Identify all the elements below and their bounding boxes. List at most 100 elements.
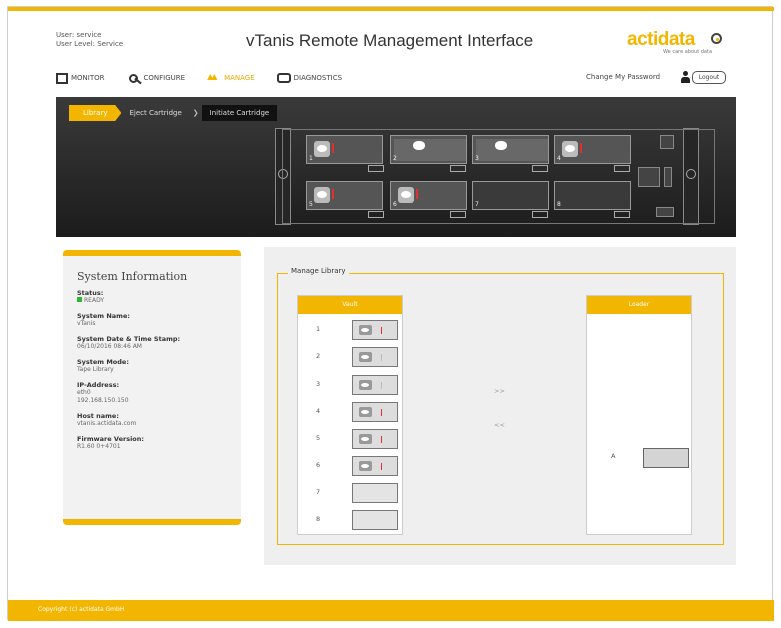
user-icon (680, 71, 690, 83)
status-label: Status: (77, 289, 104, 297)
system-info-panel: System Information Status: READY System … (63, 250, 241, 525)
vault-cartridge-4[interactable] (352, 402, 398, 422)
firmware-value: R1.60 0+4701 (77, 443, 121, 450)
vault-slot-number: 2 (316, 352, 321, 360)
cartridge-grey-indicator (381, 354, 382, 361)
firmware-label: Firmware Version: (77, 435, 144, 443)
nav-diagnostics[interactable]: DIAGNOSTICS (276, 73, 342, 83)
library-slot-3[interactable]: 3 (472, 135, 549, 164)
wrench-icon (127, 72, 141, 85)
library-slot-4[interactable]: 4 (554, 135, 631, 164)
vault-column: Vault 1 2 3 4 5 6 7 8 (297, 295, 403, 535)
system-date-label: System Date & Time Stamp: (77, 335, 181, 343)
loader-column: Loader A (586, 295, 692, 535)
nav-monitor-label: MONITOR (71, 74, 105, 82)
system-mode-label: System Mode: (77, 358, 129, 366)
slot-handle (368, 211, 384, 218)
library-slot-2[interactable]: 2 (390, 135, 467, 164)
cartridge-grey-indicator (381, 382, 382, 389)
status-value: READY (84, 297, 105, 304)
slot-number: 5 (309, 201, 313, 208)
move-right-button[interactable]: >> (494, 387, 505, 395)
library-slot-7[interactable]: 7 (472, 181, 549, 210)
slot-number: 7 (475, 201, 479, 208)
status-led-icon (77, 297, 82, 302)
slot-number: 1 (309, 155, 313, 162)
vault-row: 6 (316, 456, 401, 476)
change-password-link[interactable]: Change My Password (586, 73, 660, 81)
copyright: Copyright (c) actidata GmbH (38, 606, 125, 613)
library-slot-8[interactable]: 8 (554, 181, 631, 210)
mailslot-handle-icon (664, 167, 672, 187)
power-module-icon (656, 207, 674, 217)
system-name-label: System Name: (77, 312, 130, 320)
vault-slot-number: 1 (316, 325, 321, 333)
slot-red-indicator (580, 143, 582, 153)
slot-handle (450, 165, 466, 172)
logout-button[interactable]: Logout (692, 71, 726, 84)
ip-address-label: IP-Address: (77, 381, 120, 389)
control-panel-icon (660, 135, 674, 149)
slot-handle (450, 211, 466, 218)
main-nav: MONITOR CONFIGURE MANAGE DIAGNOSTICS (56, 69, 364, 87)
host-name-field: Host name: vtanis.actidata.com (77, 412, 241, 428)
vault-row: 1 (316, 320, 401, 340)
library-slot-5[interactable]: 5 (306, 181, 383, 210)
ip-address-field: IP-Address: eth0 192.168.150.150 (77, 381, 241, 405)
logo-mark-icon (711, 33, 722, 44)
cartridge-red-indicator (381, 327, 382, 334)
cartridge-red-indicator (381, 436, 382, 443)
user-level: User Level: Service (56, 40, 124, 48)
cartridge-icon (413, 141, 425, 150)
breadcrumb-separator-icon: ❯ (192, 109, 199, 117)
vault-cartridge-1[interactable] (352, 320, 398, 340)
cartridge-red-indicator (381, 409, 382, 416)
app-frame: User: service User Level: Service vTanis… (7, 6, 774, 621)
manage-library-panel: Manage Library Vault 1 2 3 4 5 6 7 8 >> … (264, 247, 736, 565)
system-info-title: System Information (77, 270, 188, 283)
nav-configure[interactable]: CONFIGURE (127, 72, 185, 85)
logo-tagline: We care about data (663, 49, 713, 55)
cartridge-icon (562, 141, 578, 157)
system-mode-field: System Mode: Tape Library (77, 358, 241, 374)
vault-cartridge-5[interactable] (352, 429, 398, 449)
slot-red-indicator (416, 189, 418, 199)
cartridge-icon (495, 141, 507, 150)
vault-slot-number: 5 (316, 434, 321, 442)
cartridge-icon (314, 141, 330, 157)
vault-slot-8-empty[interactable] (352, 510, 398, 530)
breadcrumb-initiate[interactable]: Initiate Cartridge (201, 105, 278, 121)
vault-row: 2 (316, 347, 401, 367)
breadcrumb-library[interactable]: Library (69, 105, 122, 121)
vault-cartridge-3[interactable] (352, 375, 398, 395)
slot-face (394, 139, 466, 161)
nav-manage[interactable]: MANAGE (207, 72, 255, 85)
slot-number: 6 (393, 201, 397, 208)
vault-header: Vault (298, 296, 402, 314)
vault-cartridge-6[interactable] (352, 456, 398, 476)
cartridge-icon (359, 325, 372, 335)
system-name-field: System Name: vTanis (77, 312, 241, 328)
slot-red-indicator (332, 189, 334, 199)
vault-cartridge-2[interactable] (352, 347, 398, 367)
vault-row: 7 (316, 483, 401, 503)
move-left-button[interactable]: << (494, 421, 505, 429)
nav-monitor[interactable]: MONITOR (56, 72, 105, 84)
slot-red-indicator (332, 143, 334, 153)
nav-manage-label: MANAGE (224, 74, 255, 82)
loader-slot-a[interactable] (643, 448, 689, 468)
slot-face (476, 139, 548, 161)
breadcrumb-eject[interactable]: Eject Cartridge (121, 105, 189, 121)
ip-address-value: 192.168.150.150 (77, 397, 129, 404)
library-slot-1[interactable]: 1 (306, 135, 383, 164)
cartridge-icon (359, 380, 372, 390)
vault-row: 4 (316, 402, 401, 422)
cartridge-icon (359, 461, 372, 471)
cartridge-icon (359, 434, 372, 444)
library-slot-6[interactable]: 6 (390, 181, 467, 210)
user-name: User: service (56, 31, 102, 39)
vault-slot-7-empty[interactable] (352, 483, 398, 503)
system-date-value: 06/10/2016 08:46 AM (77, 343, 142, 350)
vault-slot-number: 6 (316, 461, 321, 469)
slot-handle (614, 165, 630, 172)
